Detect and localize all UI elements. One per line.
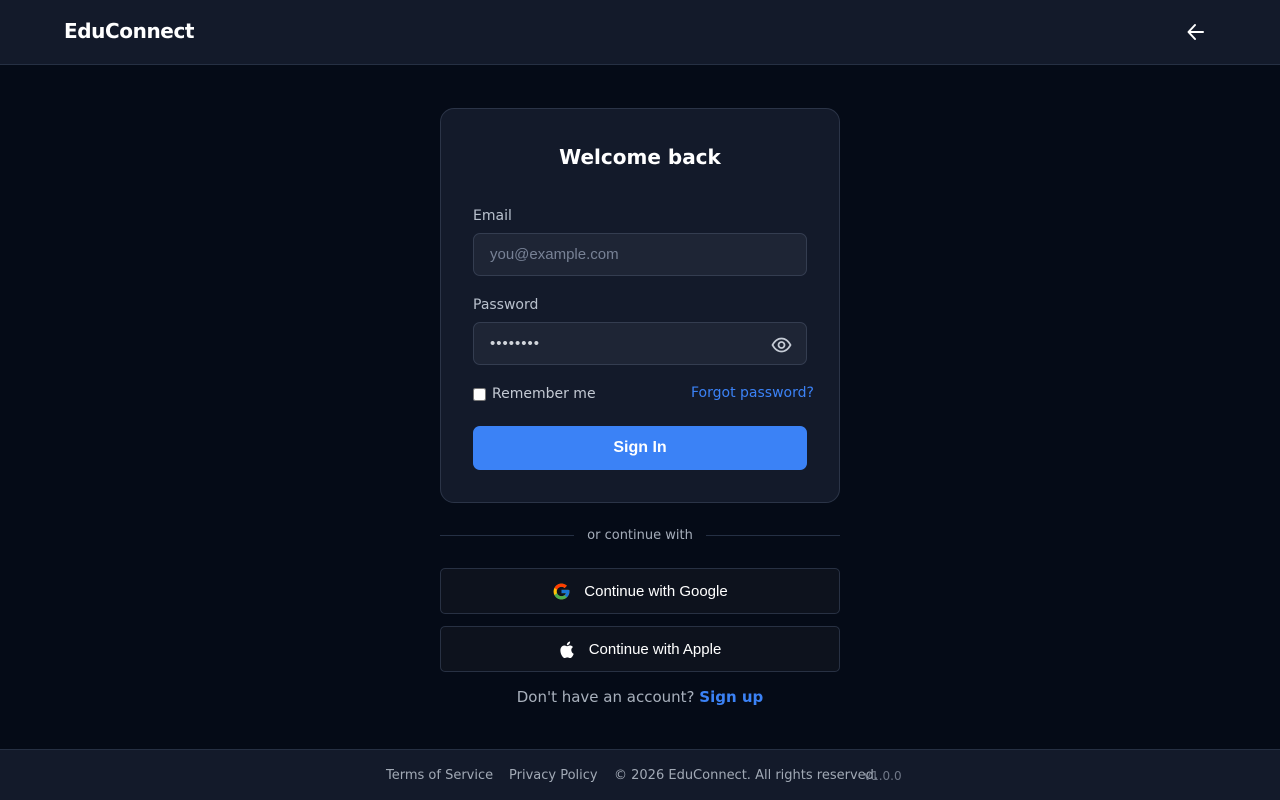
sign-up-link[interactable]: Sign up — [699, 688, 763, 706]
sign-up-prompt: Don't have an account? Sign up — [440, 688, 840, 706]
email-field[interactable] — [473, 233, 807, 276]
page-title: Welcome back — [559, 145, 721, 169]
back-button[interactable] — [1182, 18, 1210, 46]
version-badge: v1.0.0 — [864, 769, 902, 783]
copyright-text: © 2026 EduConnect. All rights reserved. — [614, 768, 879, 783]
remember-me[interactable]: Remember me — [473, 386, 596, 402]
show-password-button[interactable] — [769, 334, 793, 356]
brand-logo[interactable]: EduConnect — [64, 19, 194, 43]
password-label: Password — [473, 297, 539, 313]
arrow-left-icon — [1187, 24, 1204, 40]
email-label: Email — [473, 208, 512, 224]
social-divider: or continue with — [440, 528, 840, 544]
apple-button-label: Continue with Apple — [588, 640, 722, 658]
sign-up-text: Don't have an account? — [516, 688, 695, 706]
divider-line-right — [706, 535, 840, 536]
eye-icon — [770, 337, 792, 353]
apple-sign-in-button[interactable]: Continue with Apple — [440, 626, 840, 672]
sign-in-button[interactable]: Sign In — [473, 426, 807, 470]
top-navbar: EduConnect — [0, 0, 1280, 65]
remember-me-checkbox[interactable] — [473, 387, 486, 401]
google-sign-in-button[interactable]: Continue with Google — [440, 568, 840, 614]
forgot-password-link[interactable]: Forgot password? — [691, 385, 814, 401]
apple-icon — [559, 641, 574, 658]
google-button-label: Continue with Google — [584, 582, 728, 600]
privacy-link[interactable]: Privacy Policy — [509, 768, 598, 783]
footer: Terms of Service Privacy Policy © 2026 E… — [0, 749, 1280, 800]
google-icon — [552, 582, 571, 601]
remember-me-label: Remember me — [492, 386, 596, 402]
password-field[interactable] — [473, 322, 807, 365]
login-card: Welcome back Email Password Remember me … — [440, 108, 840, 503]
terms-link[interactable]: Terms of Service — [386, 768, 493, 783]
